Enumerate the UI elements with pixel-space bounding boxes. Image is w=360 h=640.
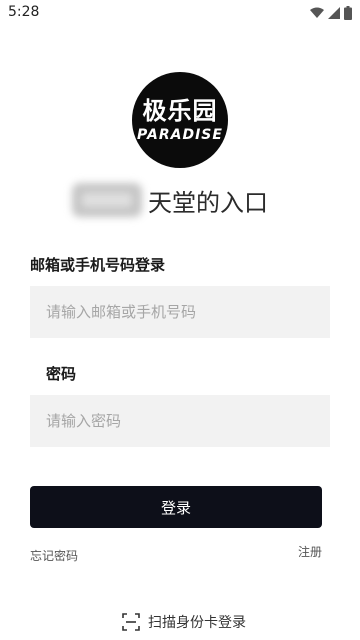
tagline: 天堂的入口 (72, 180, 268, 220)
scan-login-label: 扫描身份卡登录 (148, 615, 246, 631)
logo-english-text: PARADISE (137, 127, 223, 143)
tagline-text: 天堂的入口 (148, 188, 268, 217)
scan-id-card-login[interactable]: 扫描身份卡登录 (122, 612, 246, 632)
status-time: 5:28 (8, 4, 40, 20)
battery-icon (344, 6, 352, 20)
register-link[interactable]: 注册 (298, 543, 322, 560)
password-label: 密码 (46, 365, 77, 383)
blurred-app-name (72, 183, 142, 217)
logo-chinese-text: 极乐园 (142, 97, 218, 125)
status-bar: 5:28 (0, 0, 360, 26)
account-label: 邮箱或手机号码登录 (30, 256, 166, 274)
account-input[interactable] (30, 286, 330, 338)
password-input[interactable] (30, 395, 330, 447)
app-logo: 极乐园 PARADISE (132, 72, 228, 168)
status-icons (310, 6, 352, 20)
forgot-password-link[interactable]: 忘记密码 (30, 547, 78, 564)
scan-icon (122, 613, 140, 631)
login-button[interactable]: 登录 (30, 486, 322, 528)
wifi-icon (310, 7, 324, 18)
cellular-signal-icon (328, 7, 340, 19)
